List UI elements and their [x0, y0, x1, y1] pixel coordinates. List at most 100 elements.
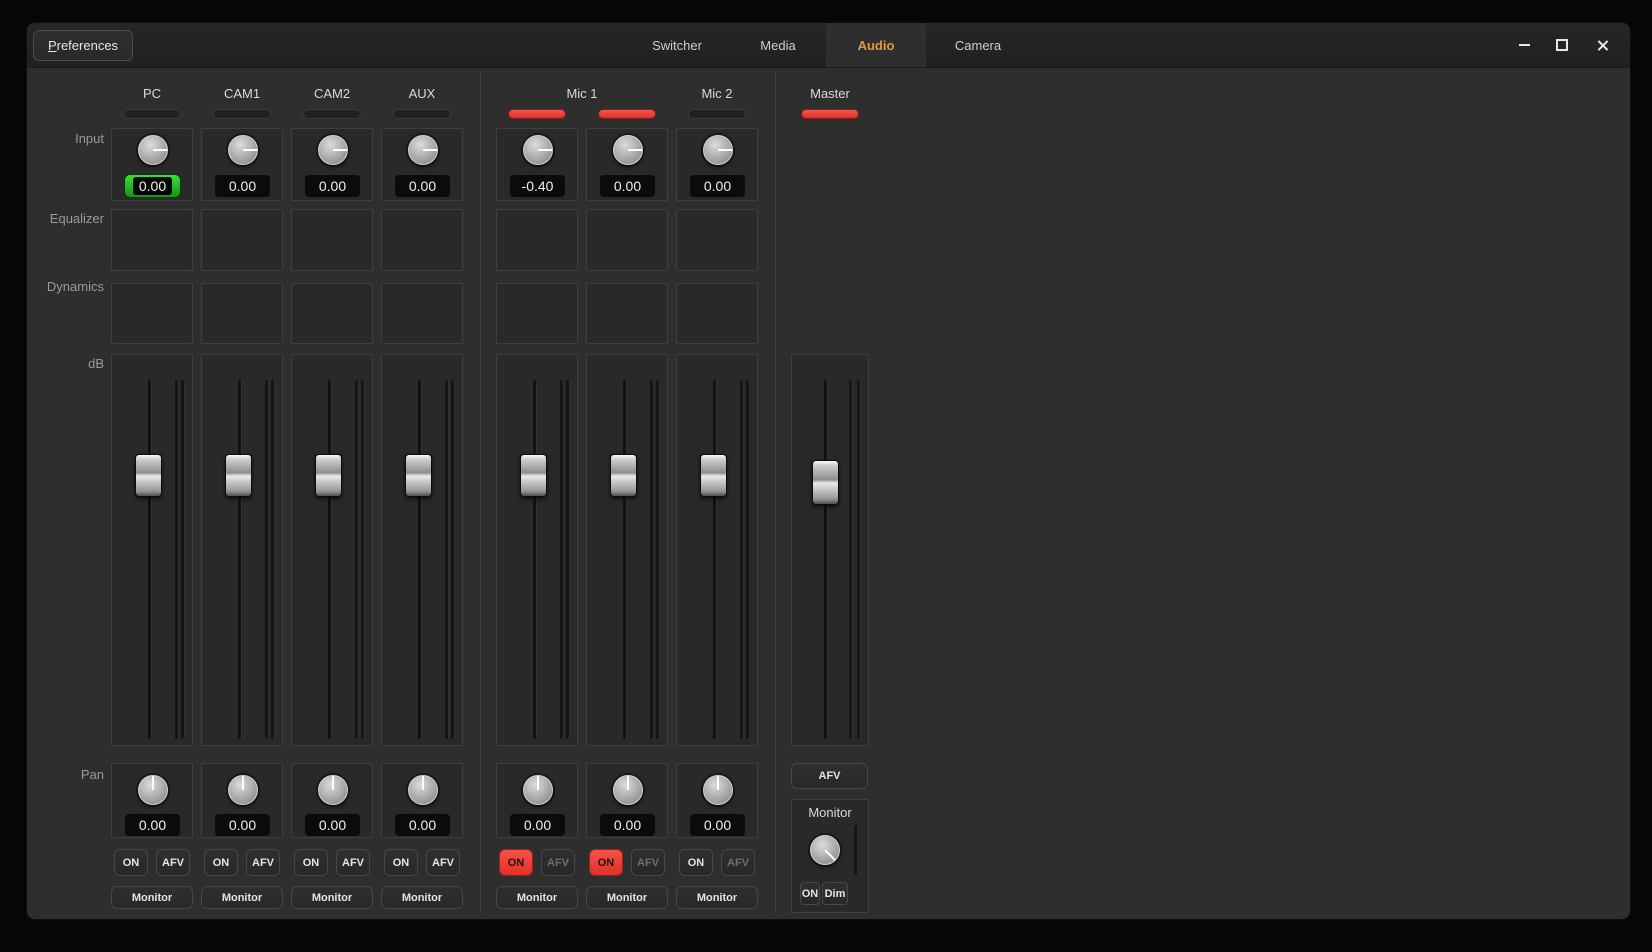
input-gain-panel: 0.00	[111, 128, 193, 201]
afv-button[interactable]: AFV	[336, 849, 370, 876]
input-gain-knob[interactable]	[318, 135, 348, 165]
dynamics-panel[interactable]	[201, 283, 283, 344]
equalizer-panel[interactable]	[291, 209, 373, 271]
afv-button[interactable]: AFV	[541, 849, 575, 876]
tab-audio[interactable]: Audio	[826, 23, 926, 67]
input-gain-text: 0.00	[395, 175, 450, 197]
on-button[interactable]: ON	[499, 849, 533, 876]
equalizer-panel[interactable]	[676, 209, 758, 271]
fader-handle[interactable]	[610, 454, 637, 497]
equalizer-panel[interactable]	[381, 209, 463, 271]
afv-button[interactable]: AFV	[246, 849, 280, 876]
pan-value[interactable]: 0.00	[395, 814, 450, 836]
input-gain-value[interactable]: 0.00	[305, 175, 360, 197]
pan-value[interactable]: 0.00	[510, 814, 565, 836]
dynamics-panel[interactable]	[381, 283, 463, 344]
maximize-button[interactable]	[1554, 37, 1570, 53]
afv-button[interactable]: AFV	[721, 849, 755, 876]
master-fader-handle[interactable]	[812, 460, 839, 505]
group-divider	[775, 71, 776, 914]
knob-pointer	[153, 149, 167, 151]
close-button[interactable]	[1594, 37, 1610, 53]
master-afv-button[interactable]: AFV	[791, 763, 868, 789]
afv-button[interactable]: AFV	[156, 849, 190, 876]
input-gain-value[interactable]: 0.00	[125, 175, 180, 197]
pan-value[interactable]: 0.00	[305, 814, 360, 836]
level-meter-right	[656, 380, 659, 739]
input-gain-knob[interactable]	[138, 135, 168, 165]
input-gain-value[interactable]: 0.00	[215, 175, 270, 197]
monitor-button[interactable]: Monitor	[676, 886, 758, 909]
channel-active-indicator	[598, 109, 656, 119]
monitor-dim-button[interactable]: Dim	[822, 882, 848, 905]
pan-text: 0.00	[690, 814, 745, 836]
fader-handle[interactable]	[315, 454, 342, 497]
on-button[interactable]: ON	[589, 849, 623, 876]
monitor-on-button[interactable]: ON	[800, 882, 820, 905]
input-gain-knob[interactable]	[523, 135, 553, 165]
input-gain-knob[interactable]	[408, 135, 438, 165]
pan-knob[interactable]	[703, 775, 733, 805]
monitor-button[interactable]: Monitor	[586, 886, 668, 909]
monitor-button[interactable]: Monitor	[201, 886, 283, 909]
fader-handle[interactable]	[700, 454, 727, 497]
pan-knob[interactable]	[318, 775, 348, 805]
pan-text: 0.00	[215, 814, 270, 836]
pan-value[interactable]: 0.00	[690, 814, 745, 836]
afv-button[interactable]: AFV	[426, 849, 460, 876]
on-button[interactable]: ON	[114, 849, 148, 876]
equalizer-panel[interactable]	[201, 209, 283, 271]
monitor-volume-knob[interactable]	[810, 835, 840, 865]
input-gain-panel: 0.00	[291, 128, 373, 201]
minimize-button[interactable]	[1516, 37, 1532, 53]
fader-handle[interactable]	[135, 454, 162, 497]
pan-knob[interactable]	[138, 775, 168, 805]
input-gain-value[interactable]: 0.00	[690, 175, 745, 197]
monitor-button[interactable]: Monitor	[291, 886, 373, 909]
fader-handle[interactable]	[520, 454, 547, 497]
on-button[interactable]: ON	[204, 849, 238, 876]
fader-panel	[111, 354, 193, 746]
channel-active-indicator	[213, 109, 271, 119]
fader-handle[interactable]	[225, 454, 252, 497]
dynamics-panel[interactable]	[676, 283, 758, 344]
equalizer-panel[interactable]	[111, 209, 193, 271]
pan-value[interactable]: 0.00	[600, 814, 655, 836]
input-gain-knob[interactable]	[228, 135, 258, 165]
pan-knob[interactable]	[523, 775, 553, 805]
level-meter-left	[740, 380, 743, 739]
on-button[interactable]: ON	[294, 849, 328, 876]
afv-button[interactable]: AFV	[631, 849, 665, 876]
on-button[interactable]: ON	[384, 849, 418, 876]
input-gain-value[interactable]: 0.00	[395, 175, 450, 197]
dynamics-panel[interactable]	[496, 283, 578, 344]
channel-active-indicator	[303, 109, 361, 119]
monitor-button[interactable]: Monitor	[496, 886, 578, 909]
dynamics-panel[interactable]	[291, 283, 373, 344]
input-gain-knob[interactable]	[703, 135, 733, 165]
level-meter-left	[355, 380, 358, 739]
equalizer-panel[interactable]	[496, 209, 578, 271]
input-gain-value[interactable]: 0.00	[600, 175, 655, 197]
level-meter-right	[746, 380, 749, 739]
input-gain-value[interactable]: -0.40	[510, 175, 565, 197]
pan-panel: 0.00	[676, 763, 758, 838]
row-label-pan: Pan	[37, 767, 104, 782]
pan-knob[interactable]	[228, 775, 258, 805]
knob-pointer	[243, 149, 257, 151]
on-button[interactable]: ON	[679, 849, 713, 876]
pan-value[interactable]: 0.00	[125, 814, 180, 836]
fader-handle[interactable]	[405, 454, 432, 497]
dynamics-panel[interactable]	[111, 283, 193, 344]
equalizer-panel[interactable]	[586, 209, 668, 271]
pan-knob[interactable]	[408, 775, 438, 805]
level-meter-right	[451, 380, 454, 739]
tab-camera[interactable]: Camera	[928, 23, 1028, 67]
monitor-button[interactable]: Monitor	[381, 886, 463, 909]
monitor-button[interactable]: Monitor	[111, 886, 193, 909]
channel-active-indicator	[508, 109, 566, 119]
pan-knob[interactable]	[613, 775, 643, 805]
dynamics-panel[interactable]	[586, 283, 668, 344]
input-gain-knob[interactable]	[613, 135, 643, 165]
pan-value[interactable]: 0.00	[215, 814, 270, 836]
